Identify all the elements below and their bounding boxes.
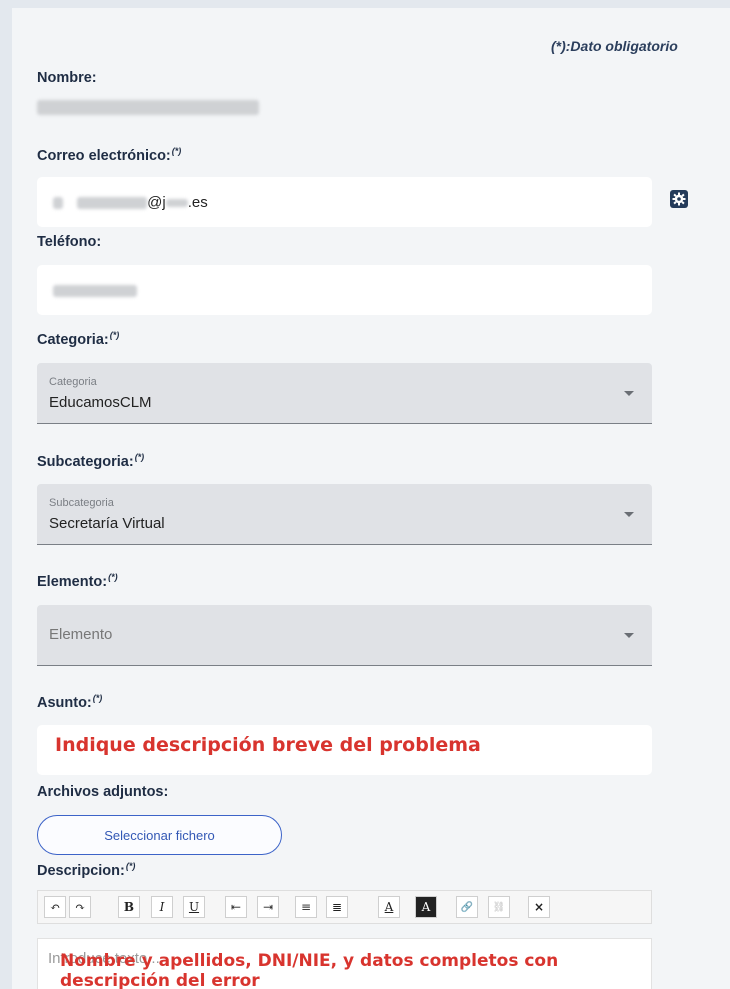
category-select[interactable]: Categoria EducamosCLM — [37, 363, 652, 424]
chevron-down-icon — [624, 512, 634, 517]
numbered-list-button[interactable]: ≣ — [326, 896, 348, 918]
bullet-list-icon: ≡ — [300, 900, 312, 914]
subcategory-floating-label: Subcategoria — [49, 497, 114, 509]
page: (*):Dato obligatorio Nombre: Correo elec… — [0, 0, 730, 989]
category-value: EducamosCLM — [49, 394, 152, 411]
gear-icon — [672, 192, 686, 206]
subject-field[interactable]: Indique descripción breve del problema — [37, 725, 652, 775]
background-color-icon: A — [421, 900, 431, 914]
subcategory-value: Secretaría Virtual — [49, 515, 165, 532]
phone-field[interactable] — [37, 265, 652, 315]
outdent-button[interactable]: ⇤ — [225, 896, 247, 918]
outdent-icon: ⇤ — [230, 900, 242, 914]
text-color-icon: A — [384, 900, 394, 914]
italic-button[interactable]: I — [151, 896, 173, 918]
email-label: Correo electrónico:(*) — [37, 146, 182, 164]
redo-icon: ↷ — [74, 900, 86, 914]
select-file-button[interactable]: Seleccionar fichero — [37, 815, 282, 855]
background-color-button[interactable]: A — [415, 896, 437, 918]
link-icon: 🔗 — [460, 901, 474, 913]
clear-format-button[interactable]: × — [528, 896, 550, 918]
email-value: @j .es — [53, 194, 208, 211]
unlink-button[interactable]: ⛓ — [488, 896, 510, 918]
phone-value-redacted — [53, 285, 137, 297]
bold-icon: B — [123, 900, 135, 914]
description-editor[interactable]: Introduce texto... Nombre y apellidos, D… — [37, 938, 652, 989]
chevron-down-icon — [624, 391, 634, 396]
undo-icon: ↶ — [49, 900, 61, 914]
indent-icon: ⇥ — [262, 900, 274, 914]
name-value-redacted — [37, 100, 259, 115]
category-floating-label: Categoria — [49, 376, 97, 388]
subcategory-label: Subcategoria:(*) — [37, 452, 145, 470]
numbered-list-icon: ≣ — [331, 900, 343, 914]
underline-button[interactable]: U — [183, 896, 205, 918]
element-label: Elemento:(*) — [37, 572, 118, 590]
bold-button[interactable]: B — [118, 896, 140, 918]
unlink-icon: ⛓ — [492, 901, 506, 913]
text-color-button[interactable]: A — [378, 896, 400, 918]
email-field[interactable]: @j .es — [37, 177, 652, 227]
email-settings-button[interactable] — [670, 190, 688, 208]
subject-label: Asunto:(*) — [37, 693, 103, 711]
underline-icon: U — [188, 900, 200, 914]
subject-hint: Indique descripción breve del problema — [55, 734, 481, 756]
required-fields-note: (*):Dato obligatorio — [551, 38, 678, 54]
close-icon: × — [533, 900, 545, 914]
description-note: Nombre y apellidos, DNI/NIE, y datos com… — [60, 951, 559, 989]
phone-label: Teléfono: — [37, 234, 102, 250]
description-label: Descripcion:(*) — [37, 861, 136, 879]
indent-button[interactable]: ⇥ — [257, 896, 279, 918]
element-placeholder: Elemento — [49, 626, 113, 643]
name-label: Nombre: — [37, 70, 97, 86]
redo-button[interactable]: ↷ — [69, 896, 91, 918]
category-label: Categoria:(*) — [37, 330, 120, 348]
element-select[interactable]: Elemento — [37, 605, 652, 666]
subcategory-select[interactable]: Subcategoria Secretaría Virtual — [37, 484, 652, 545]
editor-toolbar: ↶ ↷ B I U ⇤ ⇥ ≡ ≣ A A 🔗 ⛓ × — [37, 890, 652, 924]
chevron-down-icon — [624, 633, 634, 638]
bullet-list-button[interactable]: ≡ — [295, 896, 317, 918]
attachments-label: Archivos adjuntos: — [37, 784, 169, 800]
link-button[interactable]: 🔗 — [456, 896, 478, 918]
italic-icon: I — [159, 900, 165, 914]
undo-button[interactable]: ↶ — [44, 896, 66, 918]
